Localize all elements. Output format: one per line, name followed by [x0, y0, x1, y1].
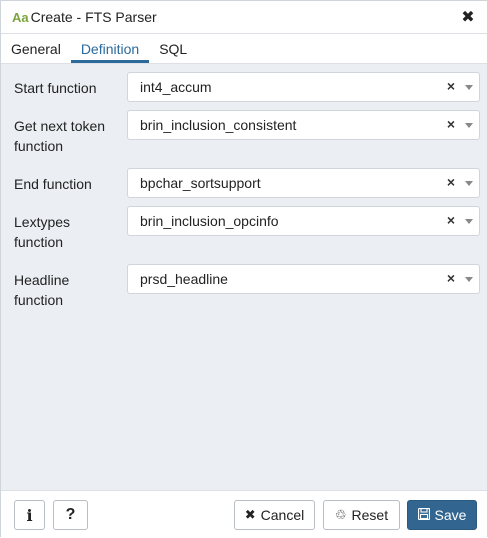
get-next-token-label: Get next token function: [14, 118, 106, 154]
cancel-label: Cancel: [260, 507, 305, 523]
headline-function-select[interactable]: prsd_headline ×: [127, 264, 480, 294]
clear-icon[interactable]: ×: [447, 78, 455, 94]
save-button[interactable]: Save: [407, 500, 477, 530]
chevron-down-icon[interactable]: [465, 123, 473, 128]
floppy-disk-icon: [417, 507, 430, 523]
clear-icon[interactable]: ×: [447, 174, 455, 190]
lextypes-function-select[interactable]: brin_inclusion_opcinfo ×: [127, 206, 480, 236]
cancel-button[interactable]: ✖ Cancel: [234, 500, 315, 530]
save-label: Save: [434, 507, 467, 523]
headline-function-label: Headline function: [14, 272, 70, 308]
chevron-down-icon[interactable]: [465, 219, 473, 224]
dialog-title: Create - FTS Parser: [30, 9, 157, 25]
create-fts-parser-dialog: Aa Create - FTS Parser ✖ General Definit…: [0, 0, 488, 538]
tab-definition[interactable]: Definition: [70, 34, 150, 63]
end-function-value: bpchar_sortsupport: [140, 175, 261, 191]
reset-label: Reset: [351, 507, 389, 523]
reset-button[interactable]: ♲ Reset: [323, 500, 400, 530]
clear-icon[interactable]: ×: [447, 270, 455, 286]
lextypes-function-value: brin_inclusion_opcinfo: [140, 213, 279, 229]
help-icon: ?: [65, 506, 76, 523]
close-icon: ✖: [244, 507, 256, 522]
fts-parser-icon: Aa: [12, 9, 29, 25]
headline-function-value: prsd_headline: [140, 271, 228, 287]
info-icon: i: [26, 505, 33, 525]
chevron-down-icon[interactable]: [465, 85, 473, 90]
get-next-token-value: brin_inclusion_consistent: [140, 117, 297, 133]
chevron-down-icon[interactable]: [465, 277, 473, 282]
chevron-down-icon[interactable]: [465, 181, 473, 186]
end-function-select[interactable]: bpchar_sortsupport ×: [127, 168, 480, 198]
tab-general[interactable]: General: [1, 34, 71, 63]
info-button[interactable]: i: [14, 500, 45, 530]
end-function-label: End function: [14, 176, 92, 192]
clear-icon[interactable]: ×: [447, 212, 455, 228]
recycle-icon: ♲: [334, 507, 347, 522]
dialog-footer: i ? ✖ Cancel ♲ Reset Save: [1, 490, 487, 538]
start-function-label: Start function: [14, 80, 97, 96]
definition-panel: Start function int4_accum × Get next tok…: [1, 64, 487, 490]
tab-sql[interactable]: SQL: [149, 34, 197, 63]
close-icon[interactable]: ✖: [459, 8, 477, 26]
start-function-value: int4_accum: [140, 79, 212, 95]
help-button[interactable]: ?: [53, 500, 88, 530]
start-function-select[interactable]: int4_accum ×: [127, 72, 480, 102]
dialog-titlebar: Aa Create - FTS Parser ✖: [1, 1, 487, 34]
lextypes-function-label: Lextypes function: [14, 214, 71, 250]
get-next-token-select[interactable]: brin_inclusion_consistent ×: [127, 110, 480, 140]
tab-bar: General Definition SQL: [1, 34, 487, 64]
clear-icon[interactable]: ×: [447, 116, 455, 132]
